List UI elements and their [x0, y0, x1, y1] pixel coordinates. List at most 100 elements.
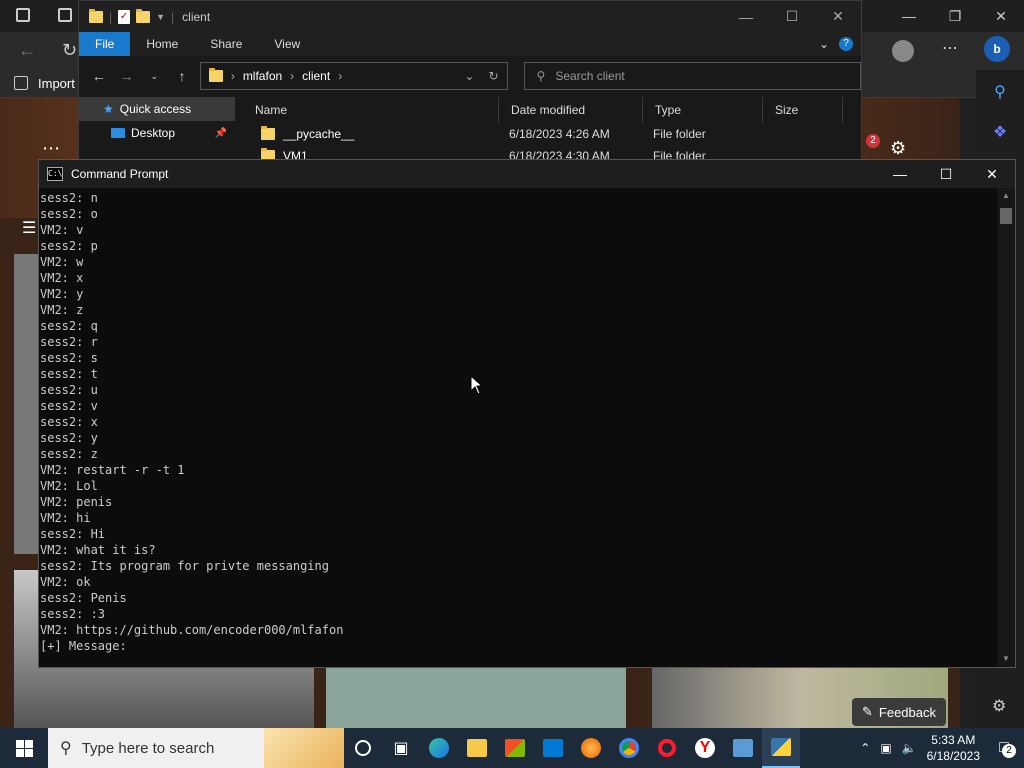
- apps-launcher-icon[interactable]: ⋯: [42, 138, 60, 159]
- console-line: VM2: https://github.com/encoder000/mlfaf…: [40, 623, 344, 637]
- edge-restore-button[interactable]: ❐: [932, 0, 978, 32]
- console-line: sess2: y: [40, 431, 98, 445]
- taskbar-search-box[interactable]: ⚲ Type here to search: [48, 728, 344, 768]
- bing-chat-icon[interactable]: b: [984, 36, 1010, 62]
- console-line: sess2: p: [40, 239, 98, 253]
- console-line: sess2: x: [40, 415, 98, 429]
- action-center-icon[interactable]: □ 2: [990, 734, 1018, 762]
- network-icon[interactable]: ▣: [880, 741, 891, 755]
- ribbon-tab-view[interactable]: View: [258, 32, 316, 56]
- console-line: sess2: s: [40, 351, 98, 365]
- back-icon[interactable]: ←: [18, 40, 36, 61]
- console-line: VM2: Lol: [40, 479, 98, 493]
- console-line: sess2: z: [40, 447, 98, 461]
- search-icon[interactable]: ⚲: [976, 72, 1024, 112]
- notifications-icon[interactable]: 2: [866, 134, 880, 148]
- new-folder-icon[interactable]: [136, 8, 151, 23]
- edge-close-button[interactable]: ✕: [978, 0, 1024, 32]
- breadcrumb-client[interactable]: client: [302, 69, 330, 83]
- recent-locations-icon[interactable]: ⌄: [144, 71, 164, 82]
- file-row[interactable]: __pycache__ 6/18/2023 4:26 AM File folde…: [243, 123, 861, 145]
- menu-icon[interactable]: ☰: [22, 218, 36, 238]
- breadcrumb-mlfafon[interactable]: mlfafon: [243, 69, 282, 83]
- remote-desktop-taskbar-icon[interactable]: [724, 728, 762, 768]
- nav-item-desktop[interactable]: Desktop 📌: [79, 121, 235, 145]
- tab-actions-icon[interactable]: [16, 8, 30, 22]
- customize-quick-access-icon[interactable]: ▼: [156, 12, 165, 22]
- console-line: sess2: r: [40, 335, 98, 349]
- feedback-button[interactable]: ✎ Feedback: [852, 698, 946, 726]
- ribbon-tab-share[interactable]: Share: [194, 32, 258, 56]
- column-name[interactable]: Name: [243, 97, 499, 123]
- store-taskbar-icon[interactable]: [496, 728, 534, 768]
- windows-logo-icon: [15, 739, 33, 757]
- mail-taskbar-icon[interactable]: [534, 728, 572, 768]
- explorer-search-input[interactable]: ⚲ Search client: [523, 62, 861, 90]
- console-line: VM2: restart -r -t 1: [40, 463, 185, 477]
- up-arrow-icon[interactable]: ↑: [172, 68, 192, 84]
- folder-icon: [89, 8, 103, 23]
- yandex-taskbar-icon[interactable]: Y: [686, 728, 724, 768]
- edge-minimize-button[interactable]: —: [886, 0, 932, 32]
- cmd-scrollbar[interactable]: ▲ ▼: [997, 188, 1015, 667]
- forward-arrow-icon[interactable]: →: [117, 68, 137, 84]
- console-line: sess2: q: [40, 319, 98, 333]
- sidebar-settings-icon[interactable]: ⚙: [992, 696, 1006, 716]
- settings-gear-icon[interactable]: ⚙: [890, 138, 906, 159]
- address-bar[interactable]: › mlfafon › client › ⌄ ↻: [199, 62, 508, 90]
- news-card-image[interactable]: [326, 668, 626, 728]
- scroll-down-icon[interactable]: ▼: [997, 651, 1015, 667]
- ribbon-tab-home[interactable]: Home: [130, 32, 194, 56]
- star-icon: ★: [103, 102, 114, 116]
- start-button[interactable]: [0, 728, 48, 768]
- firefox-taskbar-icon[interactable]: [572, 728, 610, 768]
- feedback-label: Feedback: [878, 704, 936, 720]
- explorer-minimize-button[interactable]: —: [723, 1, 769, 32]
- folder-icon: [208, 68, 223, 82]
- properties-icon[interactable]: ✓: [118, 9, 131, 24]
- console-line: VM2: w: [40, 255, 84, 269]
- volume-muted-icon[interactable]: 🔈: [902, 741, 917, 755]
- opera-taskbar-icon[interactable]: [648, 728, 686, 768]
- file-explorer-taskbar-icon[interactable]: [458, 728, 496, 768]
- refresh-icon[interactable]: ↻: [62, 40, 77, 61]
- explorer-address-row: ← → ⌄ ↑ › mlfafon › client › ⌄ ↻ ⚲ Searc…: [79, 56, 861, 96]
- column-size[interactable]: Size: [763, 97, 843, 123]
- cmd-title-bar[interactable]: C:\ Command Prompt — ☐ ✕: [39, 160, 1015, 188]
- copilot-icon[interactable]: ❖: [976, 112, 1024, 152]
- cmd-minimize-button[interactable]: —: [877, 160, 923, 188]
- ribbon-tab-file[interactable]: File: [79, 32, 131, 56]
- help-icon[interactable]: ?: [839, 37, 853, 51]
- console-output[interactable]: sess2: n sess2: o VM2: v sess2: p VM2: w VM2:…: [39, 190, 997, 666]
- back-arrow-icon[interactable]: ←: [89, 68, 109, 84]
- edge-taskbar-icon[interactable]: [420, 728, 458, 768]
- show-hidden-icons-icon[interactable]: ⌃: [860, 741, 870, 755]
- explorer-ribbon: File Home Share View ⌄ ?: [79, 32, 861, 56]
- more-icon[interactable]: ⋯: [942, 38, 958, 58]
- column-type[interactable]: Type: [643, 97, 763, 123]
- console-line: sess2: Hi: [40, 527, 106, 541]
- scroll-up-icon[interactable]: ▲: [997, 188, 1015, 204]
- python-taskbar-icon[interactable]: [762, 728, 800, 768]
- cmd-window-controls: — ☐ ✕: [877, 160, 1015, 188]
- task-view-icon[interactable]: ▣: [382, 728, 420, 768]
- cmd-app-icon[interactable]: C:\: [47, 167, 63, 181]
- console-line: sess2: v: [40, 399, 98, 413]
- explorer-maximize-button[interactable]: ☐: [769, 1, 815, 32]
- expand-ribbon-icon[interactable]: ⌄: [819, 37, 829, 51]
- search-highlight-image: [264, 728, 344, 768]
- cmd-maximize-button[interactable]: ☐: [923, 160, 969, 188]
- explorer-close-button[interactable]: ✕: [815, 1, 861, 32]
- cmd-close-button[interactable]: ✕: [969, 160, 1015, 188]
- profile-avatar[interactable]: [892, 40, 914, 62]
- import-favorites-link[interactable]: Import: [38, 76, 75, 91]
- chrome-taskbar-icon[interactable]: [610, 728, 648, 768]
- refresh-icon[interactable]: ↻: [488, 69, 498, 83]
- column-date-modified[interactable]: Date modified: [499, 97, 643, 123]
- nav-item-quick-access[interactable]: ★ Quick access: [79, 97, 235, 121]
- workspaces-icon[interactable]: [58, 8, 72, 22]
- scroll-thumb[interactable]: [1000, 208, 1012, 224]
- cortana-icon[interactable]: [344, 728, 382, 768]
- clock[interactable]: 5:33 AM 6/18/2023: [927, 732, 980, 764]
- address-dropdown-icon[interactable]: ⌄: [464, 69, 474, 83]
